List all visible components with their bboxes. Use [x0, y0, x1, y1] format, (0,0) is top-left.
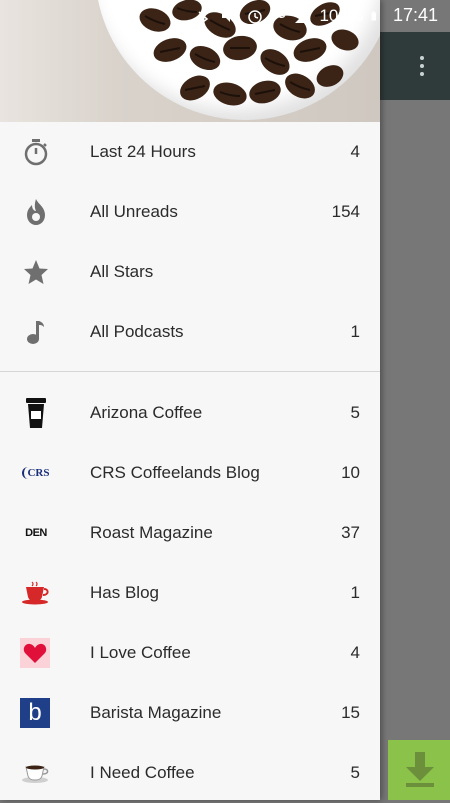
feed-label: Roast Magazine	[90, 523, 213, 542]
red-cup-icon	[20, 577, 52, 609]
nav-item-label: All Stars	[90, 262, 154, 281]
heart-icon	[20, 638, 50, 668]
music-note-icon	[20, 316, 52, 348]
feed-label: CRS Coffeelands Blog	[90, 463, 260, 482]
bluetooth-icon	[198, 8, 209, 23]
alarm-icon	[248, 9, 262, 24]
battery-percent: 100%	[319, 5, 363, 25]
unread-count: 15	[341, 703, 360, 722]
feed-item-arizona-coffee[interactable]: Arizona Coffee 5	[0, 383, 380, 443]
feed-label: I Need Coffee	[90, 763, 195, 782]
unread-count: 10	[341, 463, 360, 482]
feed-label: I Love Coffee	[90, 643, 191, 662]
roast-logo-text: DEN	[25, 527, 47, 539]
feed-item-has-blog[interactable]: Has Blog 1	[0, 563, 380, 623]
network-type-label: 4G	[272, 10, 286, 21]
signal-icon	[295, 8, 310, 23]
star-icon	[20, 256, 52, 288]
unread-count: 1	[350, 583, 360, 602]
feed-label: Arizona Coffee	[90, 403, 203, 422]
nav-item-all-unreads[interactable]: All Unreads 154	[0, 182, 380, 242]
stopwatch-icon	[20, 136, 52, 168]
feed-label: Has Blog	[90, 583, 159, 602]
unread-count: 5	[350, 763, 360, 782]
feed-item-barista-magazine[interactable]: b Barista Magazine 15	[0, 683, 380, 743]
feed-item-roast-magazine[interactable]: DEN Roast Magazine 37	[0, 503, 380, 563]
unread-count: 4	[350, 643, 360, 662]
crs-logo-text: CRS	[22, 467, 50, 479]
coffee-cup-icon	[20, 397, 52, 429]
clock: 17:41	[392, 5, 438, 25]
feed-label: Barista Magazine	[90, 703, 222, 722]
mute-icon	[222, 9, 238, 22]
feed-item-i-need-coffee[interactable]: I Need Coffee 5	[0, 743, 380, 803]
unread-count: 37	[341, 523, 360, 542]
feed-item-i-love-coffee[interactable]: I Love Coffee 4	[0, 623, 380, 683]
unread-count: 154	[331, 202, 360, 221]
flame-icon	[20, 196, 52, 228]
b-logo-text: b	[28, 699, 42, 726]
unread-count: 4	[350, 142, 360, 161]
download-icon[interactable]	[404, 750, 436, 788]
section-divider	[0, 371, 380, 372]
crs-logo-icon: CRS	[20, 457, 52, 489]
unread-count: 1	[350, 322, 360, 341]
battery-icon	[371, 11, 376, 20]
feed-item-crs-coffeelands-blog[interactable]: CRS CRS Coffeelands Blog 10	[0, 443, 380, 503]
navigation-drawer: Last 24 Hours 4 All Unreads 154 All Star…	[0, 0, 380, 800]
nav-item-all-podcasts[interactable]: All Podcasts 1	[0, 302, 380, 362]
unread-count: 5	[350, 403, 360, 422]
nav-item-label: All Unreads	[90, 202, 178, 221]
overflow-menu-icon[interactable]	[410, 52, 434, 80]
nav-item-label: Last 24 Hours	[90, 142, 196, 161]
status-bar: 4G 100% 17:41	[0, 0, 450, 32]
roast-logo-icon: DEN	[20, 517, 52, 549]
nav-item-last-24-hours[interactable]: Last 24 Hours 4	[0, 122, 380, 182]
b-logo-icon: b	[20, 698, 50, 728]
nav-item-all-stars[interactable]: All Stars	[0, 242, 380, 302]
nav-item-label: All Podcasts	[90, 322, 184, 341]
espresso-cup-icon	[20, 757, 52, 789]
